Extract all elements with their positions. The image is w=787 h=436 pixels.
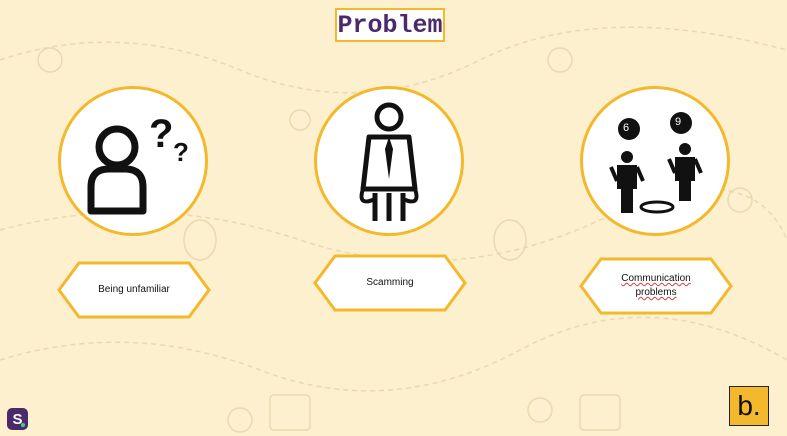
slide-title: Problem (335, 8, 445, 42)
circle-being-unfamiliar: ? ? (58, 86, 208, 236)
label-communication-problems: Communication problems (579, 257, 733, 315)
svg-text:?: ? (149, 112, 173, 156)
confused-person-icon: ? ? (87, 112, 189, 215)
left-brand-logo: S.S (7, 408, 28, 430)
circle-communication-problems: 6 9 (580, 86, 730, 236)
right-brand-logo: b. (729, 386, 769, 426)
label-scamming: Scamming (313, 254, 467, 312)
six-nine-perspective-icon (609, 112, 703, 214)
bubble-six: 6 (623, 122, 630, 134)
empty-pockets-person-icon (359, 102, 419, 221)
bubble-nine: 9 (675, 116, 682, 128)
label-being-unfamiliar: Being unfamiliar (57, 261, 211, 319)
circle-scamming (314, 86, 464, 236)
svg-text:?: ? (173, 137, 189, 167)
